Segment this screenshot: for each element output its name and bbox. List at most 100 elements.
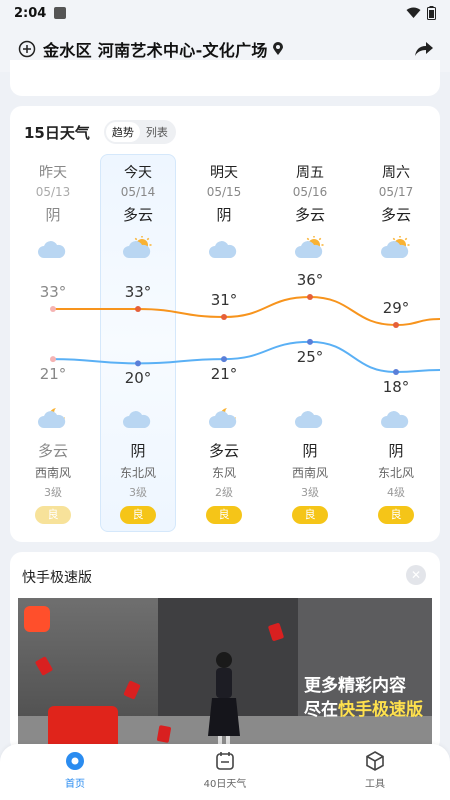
day-date: 05/14 bbox=[120, 185, 156, 199]
trend-view-tab[interactable]: 趋势 bbox=[105, 122, 140, 142]
wind-level: 2级 bbox=[215, 486, 233, 499]
ad-title: 快手极速版 bbox=[22, 570, 92, 586]
wind-direction: 东北风 bbox=[119, 466, 156, 480]
day-date: 05/15 bbox=[206, 185, 242, 199]
wind-level: 3级 bbox=[44, 486, 62, 499]
share-icon[interactable] bbox=[414, 40, 434, 58]
overcast-cloud-icon bbox=[38, 241, 66, 258]
overcast-cloud-icon bbox=[123, 411, 151, 428]
forecast-night-column[interactable]: 多云 东风 2级 良 bbox=[181, 406, 267, 524]
air-quality-badge: 良 bbox=[206, 506, 242, 524]
bottom-tab-bar: 首页 40日天气 工具 bbox=[0, 744, 450, 800]
add-location-icon[interactable] bbox=[18, 40, 36, 58]
day-condition: 多云 bbox=[294, 206, 325, 224]
partly-cloudy-sun-icon bbox=[295, 236, 324, 258]
air-quality-badge: 良 bbox=[378, 506, 414, 524]
day-condition: 多云 bbox=[122, 206, 153, 224]
low-temperature-label: 20° bbox=[124, 369, 152, 388]
low-temperature-label: 25° bbox=[296, 347, 324, 366]
forecast-night-column[interactable]: 阴 东北风 4级 良 bbox=[353, 406, 439, 524]
tab-40-day-label: 40日天气 bbox=[203, 779, 247, 790]
current-weather-card-bottom bbox=[10, 60, 440, 96]
overcast-cloud-icon bbox=[209, 241, 237, 258]
overcast-cloud-icon bbox=[295, 411, 323, 428]
tab-tools-label: 工具 bbox=[365, 779, 385, 790]
high-temperature-point bbox=[307, 294, 313, 300]
forecast-day-column[interactable]: 明天 05/15 阴 bbox=[181, 162, 267, 260]
wind-level: 3级 bbox=[129, 486, 147, 499]
low-temperature-label: 21° bbox=[210, 365, 238, 384]
day-name: 今天 bbox=[124, 165, 152, 181]
forecast-night-column[interactable]: 阴 西南风 3级 良 bbox=[267, 406, 353, 524]
low-temperature-label: 18° bbox=[382, 378, 410, 396]
high-temperature-label: 29° bbox=[382, 299, 410, 317]
ad-promo-prefix: 尽在 bbox=[304, 700, 338, 720]
day-date: 05/13 bbox=[35, 185, 71, 199]
night-condition: 阴 bbox=[388, 442, 404, 460]
status-time: 2:04 bbox=[14, 5, 47, 21]
location-title[interactable]: 金水区 河南艺术中心-文化广场 bbox=[43, 37, 268, 61]
high-temperature-label: 33° bbox=[39, 283, 67, 301]
night-condition: 阴 bbox=[130, 442, 146, 460]
wind-level: 3级 bbox=[301, 486, 319, 499]
night-condition: 多云 bbox=[37, 442, 68, 460]
ad-promo-line1: 更多精彩内容 bbox=[304, 676, 406, 696]
overcast-cloud-icon bbox=[381, 411, 409, 428]
list-view-tab[interactable]: 列表 bbox=[140, 122, 174, 142]
high-temperature-point bbox=[50, 306, 56, 312]
forecast-header: 15日天气 趋势 列表 bbox=[24, 120, 176, 144]
status-bar: 2:04 bbox=[0, 0, 450, 26]
wifi-icon bbox=[406, 7, 421, 18]
night-condition: 多云 bbox=[208, 442, 239, 460]
forecast-day-column[interactable]: 周六 05/17 多云 bbox=[353, 162, 439, 260]
red-envelope bbox=[34, 656, 54, 676]
forecast-night-column[interactable]: 阴 东北风 3级 良 bbox=[95, 406, 181, 524]
day-name: 明天 bbox=[210, 165, 238, 181]
partly-cloudy-moon-icon bbox=[209, 408, 237, 428]
low-temperature-label: 21° bbox=[39, 365, 67, 384]
tab-home[interactable]: 首页 bbox=[0, 744, 150, 800]
fifteen-day-forecast-card: 15日天气 趋势 列表 昨天 05/13 阴今天 05/14 多云 明天 05/1… bbox=[10, 106, 440, 542]
air-quality-badge: 良 bbox=[292, 506, 328, 524]
high-temperature-label: 31° bbox=[210, 291, 238, 309]
red-envelope bbox=[123, 680, 141, 700]
wind-direction: 东风 bbox=[211, 466, 236, 480]
day-date: 05/17 bbox=[378, 185, 414, 199]
day-condition: 阴 bbox=[45, 206, 61, 224]
low-temperature-point bbox=[221, 356, 227, 363]
partly-cloudy-moon-icon bbox=[38, 408, 66, 428]
day-name: 周六 bbox=[382, 165, 410, 181]
high-temperature-point bbox=[393, 322, 399, 328]
forecast-day-column[interactable]: 周五 05/16 多云 bbox=[267, 162, 353, 260]
day-date: 05/16 bbox=[292, 185, 328, 199]
high-temperature-point bbox=[221, 314, 227, 320]
day-condition: 阴 bbox=[216, 206, 232, 224]
ad-image[interactable]: 更多精彩内容 尽在快手极速版 bbox=[18, 598, 432, 752]
tab-tools[interactable]: 工具 bbox=[300, 744, 450, 800]
forecast-night-column[interactable]: 多云 西南风 3级 良 bbox=[10, 406, 96, 524]
tab-home-label: 首页 bbox=[65, 779, 85, 790]
day-condition: 多云 bbox=[380, 206, 411, 224]
partly-cloudy-sun-icon bbox=[381, 236, 410, 258]
view-toggle[interactable]: 趋势 列表 bbox=[103, 120, 176, 144]
wind-direction: 东北风 bbox=[377, 466, 414, 480]
day-name: 周五 bbox=[296, 165, 324, 181]
air-quality-badge: 良 bbox=[120, 506, 156, 524]
forecast-title: 15日天气 bbox=[24, 123, 90, 142]
close-ad-icon[interactable]: ✕ bbox=[406, 565, 426, 585]
forecast-day-column[interactable]: 昨天 05/13 阴 bbox=[10, 162, 96, 260]
battery-icon bbox=[427, 6, 436, 20]
home-icon bbox=[66, 752, 84, 770]
low-temperature-point bbox=[307, 338, 313, 345]
high-temperature-label: 33° bbox=[124, 283, 152, 301]
air-quality-badge: 良 bbox=[35, 506, 71, 524]
day-name: 昨天 bbox=[39, 165, 67, 181]
wind-direction: 西南风 bbox=[34, 466, 71, 480]
location-pin-icon bbox=[272, 42, 283, 55]
calendar-icon bbox=[216, 752, 234, 770]
tab-40-day[interactable]: 40日天气 bbox=[150, 744, 300, 800]
kuaishou-logo-icon bbox=[24, 606, 50, 632]
ad-card[interactable]: 快手极速版 ✕ 更多精彩内容 尽在快手极速版 bbox=[10, 552, 440, 752]
notification-icon bbox=[54, 7, 67, 19]
forecast-day-column[interactable]: 今天 05/14 多云 bbox=[95, 162, 181, 260]
